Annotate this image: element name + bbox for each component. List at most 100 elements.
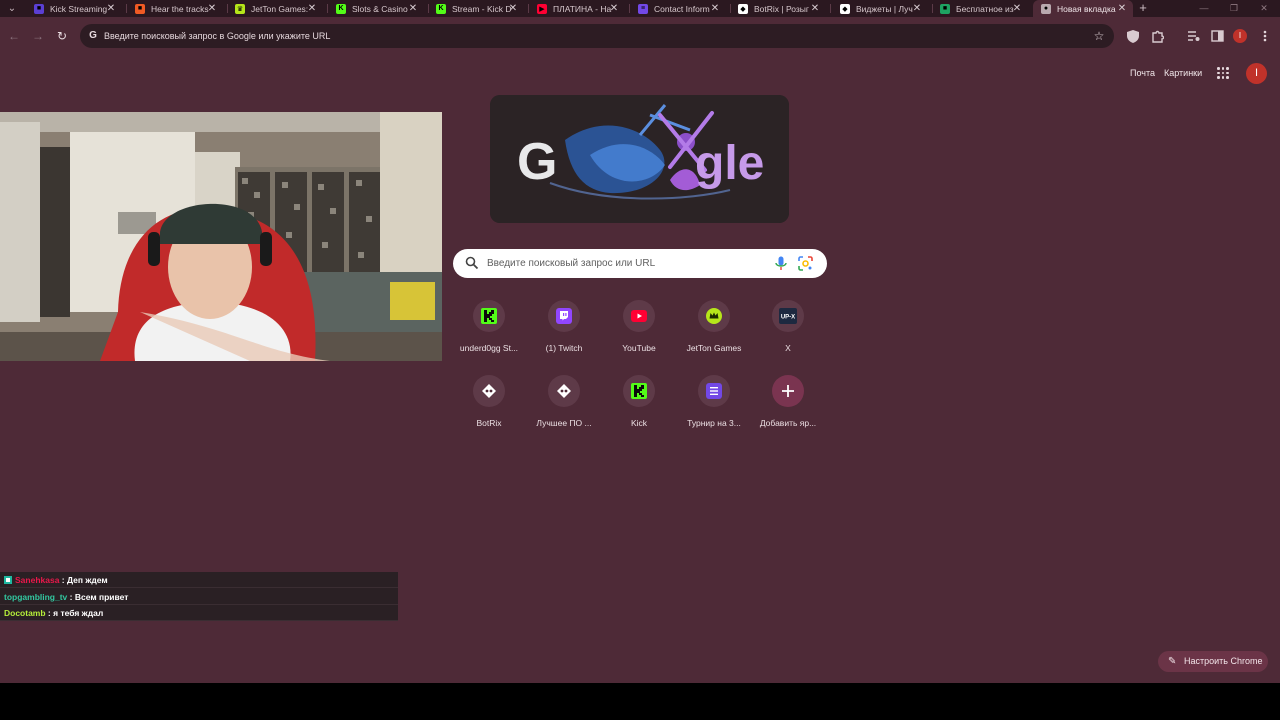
minimize-button[interactable]: — — [1190, 0, 1218, 17]
tab-close-icon[interactable]: ✕ — [1117, 0, 1127, 17]
reload-button[interactable]: ↻ — [53, 27, 71, 45]
tab-favicon-icon: ◆ — [738, 3, 748, 14]
shortcut-tile[interactable]: JetTon Games — [677, 300, 751, 366]
chat-separator: : — [45, 608, 54, 618]
svg-text:gle: gle — [695, 137, 764, 190]
toolbar: ← → ↻ G Введите поисковый запрос в Googl… — [0, 17, 1280, 55]
bookmark-star-icon[interactable]: ☆ — [1092, 28, 1106, 44]
tab-favicon-icon: ■ — [34, 3, 44, 14]
maximize-button[interactable]: ❐ — [1220, 0, 1248, 17]
media-control-icon[interactable] — [1185, 28, 1201, 44]
botrix-icon — [548, 375, 580, 407]
taskbar-strip — [0, 683, 1280, 720]
tab-favicon-icon: ■ — [940, 3, 950, 14]
tab-close-icon[interactable]: ✕ — [207, 0, 217, 17]
tab-close-icon[interactable]: ✕ — [609, 0, 619, 17]
tab-close-icon[interactable]: ✕ — [508, 0, 518, 17]
svg-text:G: G — [517, 133, 557, 191]
chat-username[interactable]: topgambling_tv — [4, 592, 67, 602]
customize-chrome-button[interactable]: ✎ Настроить Chrome — [1158, 651, 1268, 672]
tab-favicon-icon: K — [336, 3, 346, 14]
tab-close-icon[interactable]: ✕ — [1012, 0, 1022, 17]
chat-message-row: Docotamb : я тебя ждал — [0, 605, 398, 621]
botrix-icon — [473, 375, 505, 407]
webcam-image — [0, 112, 442, 361]
account-avatar[interactable]: I — [1246, 63, 1267, 84]
browser-tab[interactable]: ▶ ПЛАТИНА - На ✕ — [529, 0, 625, 17]
shortcut-tile[interactable]: BotRix — [452, 375, 526, 441]
browser-tab[interactable]: ♛ JetTon Games: ✕ — [227, 0, 323, 17]
google-doodle[interactable]: G gle — [490, 95, 789, 223]
tab-favicon-icon: ≡ — [638, 3, 648, 14]
address-bar[interactable]: G Введите поисковый запрос в Google или … — [80, 24, 1114, 48]
shortcut-tile[interactable]: UP-X X — [751, 300, 825, 366]
browser-tab[interactable]: ◆ Виджеты | Луч ✕ — [832, 0, 928, 17]
shortcut-tile[interactable]: Kick — [602, 375, 676, 441]
shortcut-tile[interactable]: Турнир на 3... — [677, 375, 751, 441]
search-icon — [465, 256, 479, 270]
browser-tab[interactable]: ■ Бесплатное из ✕ — [932, 0, 1028, 17]
browser-tab[interactable]: K Slots & Casino ✕ — [328, 0, 424, 17]
shortcut-tile[interactable]: YouTube — [602, 300, 676, 366]
shortcut-label: Турнир на 3... — [687, 418, 741, 428]
shortcut-tile[interactable]: Лучшее ПО ... — [527, 375, 601, 441]
side-panel-icon[interactable] — [1209, 28, 1225, 44]
svg-text:UP-X: UP-X — [781, 315, 795, 321]
customize-chrome-label: Настроить Chrome — [1184, 656, 1263, 666]
shortcut-tile[interactable]: underd0gg St... — [452, 300, 526, 366]
menu-kebab-icon[interactable] — [1257, 28, 1273, 44]
tab-close-icon[interactable]: ✕ — [106, 0, 116, 17]
browser-tab[interactable]: ◆ BotRix | Розыг ✕ — [730, 0, 826, 17]
voice-search-icon[interactable] — [774, 256, 788, 271]
tab-close-icon[interactable]: ✕ — [307, 0, 317, 17]
chat-username[interactable]: Docotamb — [4, 608, 46, 618]
extensions-puzzle-icon[interactable] — [1149, 28, 1165, 44]
tab-close-icon[interactable]: ✕ — [710, 0, 720, 17]
shortcut-tile[interactable]: (1) Twitch — [527, 300, 601, 366]
address-bar-placeholder: Введите поисковый запрос в Google или ук… — [104, 31, 331, 41]
browser-tab[interactable]: ● Новая вкладка ✕ — [1033, 0, 1133, 17]
profile-button[interactable]: I — [1233, 29, 1247, 43]
chat-message-text: Деп ждем — [66, 575, 108, 585]
plus-icon — [772, 375, 804, 407]
forward-button[interactable]: → — [29, 27, 47, 45]
tab-favicon-icon: ● — [1041, 3, 1051, 14]
pencil-icon: ✎ — [1168, 656, 1177, 667]
browser-tab[interactable]: ≡ Contact Inform ✕ — [630, 0, 726, 17]
browser-tab[interactable]: K Stream - Kick D ✕ — [428, 0, 524, 17]
tab-close-icon[interactable]: ✕ — [408, 0, 418, 17]
tab-favicon-icon: ◆ — [840, 3, 850, 14]
browser-tab[interactable]: ■ Hear the tracks ✕ — [127, 0, 223, 17]
shortcut-label: (1) Twitch — [545, 343, 583, 353]
close-window-button[interactable]: ✕ — [1250, 0, 1278, 17]
shortcut-label: Лучшее ПО ... — [536, 418, 592, 428]
gmail-link[interactable]: Почта — [1130, 68, 1155, 78]
shortcut-tile[interactable]: Добавить яр... — [751, 375, 825, 441]
images-link[interactable]: Картинки — [1164, 68, 1202, 78]
tab-favicon-icon: ♛ — [235, 3, 245, 14]
doodle-image: G gle — [490, 95, 789, 223]
chat-message-text: Всем привет — [74, 591, 129, 602]
browser-tab[interactable]: ■ Kick Streaming ✕ — [26, 0, 122, 17]
shortcut-label: X — [785, 343, 791, 353]
shortcut-label: Добавить яр... — [759, 418, 817, 428]
tab-favicon-icon: K — [436, 3, 446, 14]
shield-extension-icon[interactable] — [1125, 28, 1141, 44]
new-tab-button[interactable]: + — [1136, 0, 1150, 17]
chat-message-row: topgambling_tv : Всем привет — [0, 589, 398, 605]
subscriber-badge-icon — [4, 575, 15, 585]
tab-favicon-icon: ■ — [135, 3, 145, 14]
ntp-search-box[interactable]: Введите поисковый запрос или URL — [453, 249, 827, 278]
tab-strip: ⌄ ■ Kick Streaming ✕ ■ Hear the tracks ✕ ♛ JetT… — [0, 0, 1280, 17]
tab-search-button[interactable]: ⌄ — [4, 1, 20, 16]
google-apps-icon[interactable] — [1217, 67, 1229, 79]
chat-username[interactable]: Sanehkasa — [15, 575, 59, 585]
google-g-icon: G — [89, 30, 97, 41]
tab-close-icon[interactable]: ✕ — [912, 0, 922, 17]
shortcut-label: JetTon Games — [686, 343, 742, 353]
ntp-search-placeholder: Введите поисковый запрос или URL — [487, 258, 656, 269]
webcam-overlay — [0, 112, 442, 361]
tab-close-icon[interactable]: ✕ — [810, 0, 820, 17]
back-button[interactable]: ← — [5, 27, 23, 45]
google-lens-icon[interactable] — [798, 256, 813, 271]
